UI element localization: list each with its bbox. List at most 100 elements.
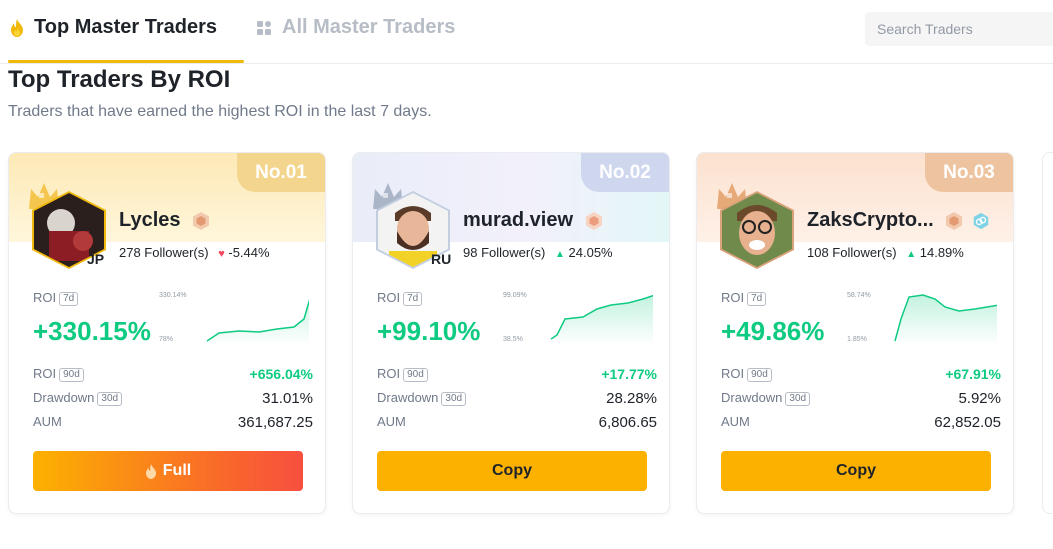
- avatar-image: [720, 191, 794, 269]
- period-tag: 90d: [59, 368, 84, 382]
- page-title: Top Traders By ROI: [8, 66, 231, 93]
- roi-text: ROI: [377, 366, 401, 381]
- sparkline-max: 330.14%: [159, 292, 187, 299]
- aum-label: AUM: [33, 414, 62, 429]
- followers-row: 278 Follower(s) ♥ -5.44%: [119, 245, 270, 260]
- search-input[interactable]: [865, 12, 1053, 46]
- drawdown-value: 31.01%: [262, 390, 313, 407]
- rank-badge: No.02: [581, 153, 669, 192]
- next-trader-card: [1042, 152, 1053, 514]
- trader-card: No.02 RU murad.view 98 Follower(s) ▲ 24.…: [352, 152, 670, 514]
- trader-name[interactable]: murad.view: [463, 209, 604, 232]
- roi-90d-value: +67.91%: [945, 366, 1001, 382]
- follower-count: 278 Follower(s): [119, 245, 209, 260]
- follower-count: 108 Follower(s): [807, 245, 897, 260]
- period-tag: 30d: [441, 392, 467, 406]
- button-label: Full: [162, 462, 192, 479]
- roi-value: +99.10%: [377, 316, 481, 346]
- up-triangle-icon: ▲: [906, 249, 917, 260]
- drawdown-value: 28.28%: [606, 390, 657, 407]
- tab-label: Top Master Traders: [34, 16, 218, 38]
- sparkline-min: 78%: [159, 336, 174, 343]
- drawdown-label: Drawdown 30d: [721, 390, 811, 406]
- roi-90d-label: ROI 90d: [377, 366, 428, 382]
- trader-name[interactable]: ZaksCrypto...: [807, 209, 990, 232]
- period-tag: 7d: [747, 292, 767, 306]
- period-tag: 7d: [403, 292, 423, 306]
- followers-row: 108 Follower(s) ▲ 14.89%: [807, 245, 964, 260]
- top-nav: Top Master Traders All Master Traders: [0, 0, 1053, 64]
- sparkline-min: 1.85%: [847, 336, 867, 343]
- aum-label: AUM: [377, 414, 406, 429]
- avatar[interactable]: JP: [29, 181, 109, 269]
- sparkline-min: 38.5%: [503, 336, 523, 343]
- aum-value: 6,806.65: [598, 414, 657, 431]
- badge-icon: [946, 211, 963, 230]
- tab-all-master-traders[interactable]: All Master Traders: [256, 16, 455, 39]
- roi-label: ROI 7d: [33, 290, 79, 306]
- sparkline-max: 99.09%: [503, 292, 527, 299]
- roi-value: +49.86%: [721, 316, 825, 346]
- button-label: Copy: [836, 462, 876, 479]
- link-badge-icon: [973, 212, 989, 229]
- aum-value: 361,687.25: [237, 414, 313, 431]
- follower-change: 14.89%: [919, 245, 964, 260]
- drawdown-label: Drawdown 30d: [33, 390, 123, 406]
- drawdown-label: Drawdown 30d: [377, 390, 467, 406]
- trader-card: No.03 ZaksCrypto... 108 Follower(s) ▲ 14…: [696, 152, 1014, 514]
- badge-icon: [193, 211, 210, 230]
- rank-badge: No.01: [237, 153, 325, 192]
- roi-text: ROI: [721, 290, 745, 305]
- drawdown-value: 5.92%: [958, 390, 1001, 407]
- roi-label: ROI 7d: [377, 290, 423, 306]
- roi-value: +330.15%: [33, 316, 151, 346]
- drawdown-text: Drawdown: [721, 390, 783, 405]
- flame-icon: [11, 18, 23, 37]
- period-tag: 30d: [97, 392, 123, 406]
- tab-top-master-traders[interactable]: Top Master Traders: [10, 16, 217, 39]
- avatar[interactable]: [717, 181, 797, 269]
- period-tag: 90d: [403, 368, 428, 382]
- trader-name-text: Lycles: [119, 209, 181, 231]
- full-button[interactable]: Full: [33, 451, 303, 491]
- rank-badge: No.03: [925, 153, 1013, 192]
- drawdown-text: Drawdown: [33, 390, 95, 405]
- country-code: RU: [431, 251, 452, 267]
- heart-icon: ♥: [218, 248, 225, 260]
- period-tag: 7d: [59, 292, 79, 306]
- aum-label: AUM: [721, 414, 750, 429]
- trader-name[interactable]: Lycles: [119, 209, 211, 232]
- period-tag: 90d: [747, 368, 772, 382]
- roi-90d-value: +17.77%: [601, 366, 657, 382]
- roi-90d-label: ROI 90d: [721, 366, 772, 382]
- copy-button[interactable]: Copy: [721, 451, 991, 491]
- roi-text: ROI: [33, 290, 57, 305]
- flame-icon: [145, 463, 156, 479]
- roi-label: ROI 7d: [721, 290, 767, 306]
- up-triangle-icon: ▲: [554, 249, 565, 260]
- country-code: JP: [87, 251, 105, 267]
- grid-icon: [257, 20, 271, 35]
- followers-row: 98 Follower(s) ▲ 24.05%: [463, 245, 613, 260]
- active-tab-indicator: [8, 60, 244, 63]
- follower-change: -5.44%: [228, 245, 270, 260]
- button-label: Copy: [492, 462, 532, 479]
- roi-90d-value: +656.04%: [249, 366, 313, 382]
- roi-90d-label: ROI 90d: [33, 366, 84, 382]
- aum-value: 62,852.05: [934, 414, 1001, 431]
- roi-text: ROI: [377, 290, 401, 305]
- page-subtitle: Traders that have earned the highest ROI…: [8, 103, 432, 120]
- trader-card: No.01 JP Lycles 278 Follower(s) ♥ -5.44%: [8, 152, 326, 514]
- tab-label: All Master Traders: [282, 16, 456, 38]
- trader-name-text: ZaksCrypto...: [807, 209, 934, 231]
- badge-icon: [585, 211, 602, 230]
- sparkline-max: 58.74%: [847, 292, 871, 299]
- avatar[interactable]: RU: [373, 181, 453, 269]
- drawdown-text: Drawdown: [377, 390, 439, 405]
- trader-name-text: murad.view: [463, 209, 574, 231]
- follower-count: 98 Follower(s): [463, 245, 546, 260]
- follower-change: 24.05%: [568, 245, 613, 260]
- copy-button[interactable]: Copy: [377, 451, 647, 491]
- roi-text: ROI: [721, 366, 745, 381]
- period-tag: 30d: [785, 392, 811, 406]
